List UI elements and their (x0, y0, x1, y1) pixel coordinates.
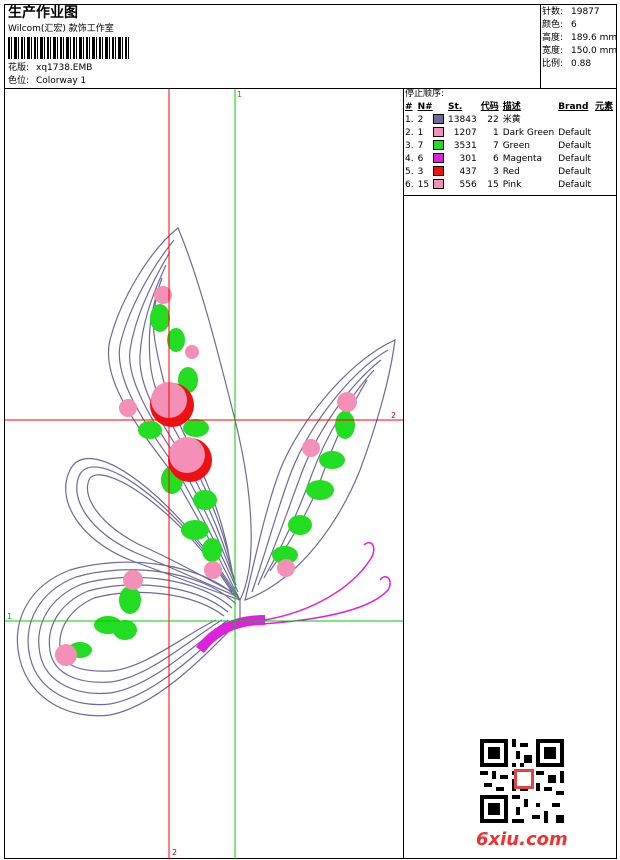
row-index: 2. (405, 127, 414, 138)
row-stitches: 1207 (453, 127, 477, 138)
row-description: 米黄 (502, 114, 521, 125)
spec-height-label: 高度: (542, 33, 564, 43)
guide-label-right: 2 (391, 411, 397, 420)
row-index: 4. (405, 153, 414, 164)
spec-scale-label: 比例: (542, 59, 564, 69)
embroidery-canvas (5, 89, 403, 859)
qr-code (480, 739, 564, 823)
color-value: Colorway 1 (36, 76, 87, 86)
design-value: xq1738.EMB (36, 63, 93, 73)
row-needle: 15 (417, 179, 430, 190)
spec-stitches-label: 针数: (542, 7, 564, 17)
spec-colors-value: 6 (571, 20, 577, 30)
row-needle: 3 (417, 166, 424, 177)
stop-sequence-table: # N# St. 代码 描述 Brand 元素 1. 2 13843 22 米黄… (403, 101, 615, 191)
color-swatch (433, 166, 445, 176)
row-stitches: 437 (459, 166, 477, 177)
col-needle: N# (417, 102, 433, 112)
watermark-logo: 6xiu.com (476, 829, 568, 850)
spec-stitches-value: 19877 (571, 7, 600, 17)
row-brand: Default (558, 153, 592, 164)
table-row: 4. 6 301 6 Magenta Default (403, 152, 615, 165)
row-code: 22 (487, 114, 499, 125)
color-swatch (433, 153, 445, 163)
row-description: Pink (502, 179, 522, 190)
color-swatch (433, 127, 445, 137)
row-code: 7 (492, 140, 499, 151)
spec-width-value: 150.0 mm (571, 46, 618, 56)
row-code: 6 (492, 153, 499, 164)
butterfly-right-wing (244, 339, 396, 601)
table-row: 6. 15 556 15 Pink Default (403, 178, 615, 191)
row-code: 1 (492, 127, 499, 138)
design-label: 花版: (8, 63, 30, 73)
guide-label-left: 1 (7, 612, 13, 621)
color-swatch (433, 114, 445, 124)
col-brand: Brand (558, 102, 589, 112)
col-index: # (405, 102, 413, 112)
color-swatch (433, 140, 445, 150)
spec-colors-label: 颜色: (542, 20, 564, 30)
row-code: 15 (487, 179, 499, 190)
spec-scale-value: 0.88 (571, 59, 592, 69)
guide-label-top: 1 (237, 90, 243, 99)
barcode (8, 37, 130, 59)
table-header-row: # N# St. 代码 描述 Brand 元素 (403, 101, 615, 113)
panel-divider (403, 88, 404, 859)
row-brand: Default (558, 166, 592, 177)
spec-width-label: 宽度: (542, 46, 564, 56)
row-stitches: 3531 (453, 140, 477, 151)
row-brand: Default (558, 140, 592, 151)
table-row: 2. 1 1207 1 Dark Green Default (403, 126, 615, 139)
table-row: 5. 3 437 3 Red Default (403, 165, 615, 178)
row-brand: Default (558, 127, 592, 138)
color-label: 色位: (8, 76, 30, 86)
row-description: Magenta (502, 153, 542, 164)
row-description: Dark Green (502, 127, 555, 138)
row-index: 3. (405, 140, 414, 151)
company-name: Wilcom(汇宏) 款饰工作室 (8, 24, 114, 34)
table-row: 1. 2 13843 22 米黄 (403, 113, 615, 126)
row-description: Red (502, 166, 520, 177)
row-needle: 2 (417, 114, 424, 125)
row-needle: 7 (417, 140, 424, 151)
row-brand (556, 113, 593, 126)
spec-height-value: 189.6 mm (571, 33, 618, 43)
stop-table-bottom-line (403, 195, 617, 196)
guide-label-bottom: 2 (172, 848, 178, 857)
table-row: 3. 7 3531 7 Green Default (403, 139, 615, 152)
row-code: 3 (492, 166, 499, 177)
row-index: 1. (405, 114, 414, 125)
flower-vine (68, 304, 355, 658)
col-element: 元素 (595, 102, 614, 112)
color-swatch (433, 179, 445, 189)
header-divider (540, 4, 541, 88)
col-code: 代码 (480, 102, 499, 112)
row-description: Green (502, 140, 530, 151)
stop-sequence-title: 停止顺序: (405, 89, 445, 99)
row-index: 6. (405, 179, 414, 190)
row-stitches: 13843 (448, 114, 477, 125)
row-needle: 6 (417, 153, 424, 164)
row-stitches: 301 (459, 153, 477, 164)
row-index: 5. (405, 166, 414, 177)
row-needle: 1 (417, 127, 424, 138)
row-brand: Default (558, 179, 592, 190)
row-stitches: 556 (459, 179, 477, 190)
col-stitches: St. (448, 102, 463, 112)
col-description: 描述 (502, 102, 521, 112)
page-title: 生产作业图 (8, 5, 78, 21)
